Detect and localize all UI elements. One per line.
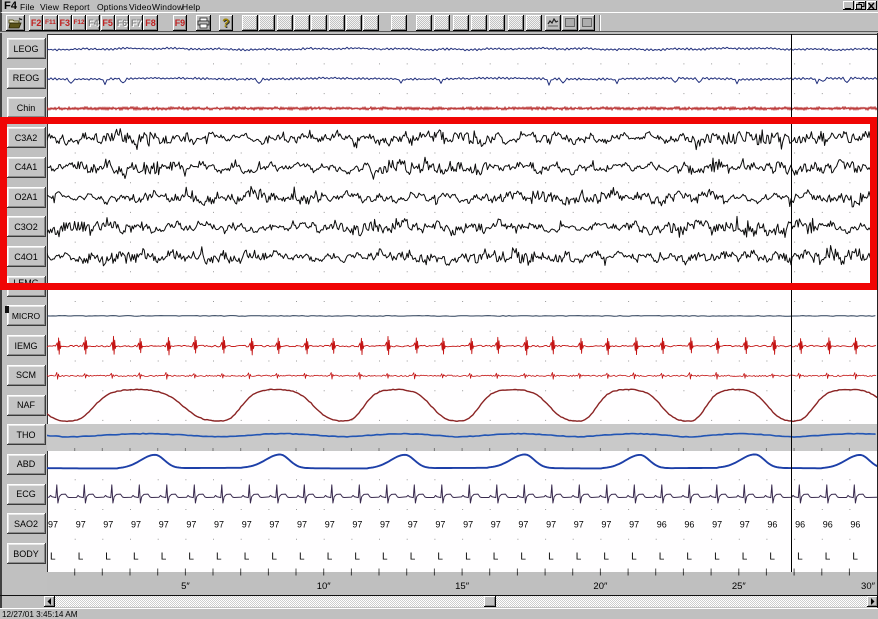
svg-text:L: L — [825, 552, 831, 563]
svg-text:L: L — [188, 552, 194, 563]
svg-text:97: 97 — [131, 520, 141, 530]
svg-text:97: 97 — [629, 520, 639, 530]
svg-text:L: L — [271, 552, 277, 563]
svg-text:97: 97 — [380, 520, 390, 530]
svg-text:97: 97 — [159, 520, 169, 530]
svg-text:97: 97 — [435, 520, 445, 530]
svg-text:96: 96 — [823, 520, 833, 530]
svg-text:L: L — [465, 552, 471, 563]
svg-text:97: 97 — [408, 520, 418, 530]
svg-text:97: 97 — [297, 520, 307, 530]
svg-text:L: L — [603, 552, 609, 563]
svg-text:96: 96 — [850, 520, 860, 530]
svg-text:5″: 5″ — [181, 581, 190, 592]
svg-text:L: L — [852, 552, 858, 563]
svg-text:97: 97 — [103, 520, 113, 530]
svg-text:97: 97 — [491, 520, 501, 530]
svg-text:25″: 25″ — [732, 581, 747, 592]
svg-text:97: 97 — [712, 520, 722, 530]
svg-text:97: 97 — [48, 520, 58, 530]
svg-text:30″: 30″ — [861, 581, 876, 592]
svg-text:L: L — [742, 552, 748, 563]
svg-text:L: L — [576, 552, 582, 563]
svg-text:97: 97 — [186, 520, 196, 530]
svg-text:97: 97 — [242, 520, 252, 530]
svg-text:L: L — [659, 552, 665, 563]
svg-text:L: L — [161, 552, 167, 563]
svg-text:97: 97 — [269, 520, 279, 530]
svg-text:L: L — [686, 552, 692, 563]
svg-text:L: L — [354, 552, 360, 563]
svg-text:96: 96 — [767, 520, 777, 530]
svg-text:96: 96 — [684, 520, 694, 530]
svg-text:97: 97 — [740, 520, 750, 530]
svg-text:L: L — [769, 552, 775, 563]
svg-text:L: L — [133, 552, 139, 563]
svg-text:L: L — [105, 552, 111, 563]
svg-text:97: 97 — [546, 520, 556, 530]
svg-text:L: L — [797, 552, 803, 563]
svg-text:20″: 20″ — [593, 581, 608, 592]
svg-text:L: L — [50, 552, 56, 563]
svg-text:L: L — [382, 552, 388, 563]
svg-text:96: 96 — [657, 520, 667, 530]
svg-text:97: 97 — [325, 520, 335, 530]
svg-text:L: L — [244, 552, 250, 563]
svg-text:96: 96 — [795, 520, 805, 530]
svg-text:97: 97 — [76, 520, 86, 530]
svg-text:97: 97 — [518, 520, 528, 530]
svg-text:L: L — [216, 552, 222, 563]
svg-text:L: L — [410, 552, 416, 563]
svg-text:97: 97 — [601, 520, 611, 530]
svg-text:L: L — [299, 552, 305, 563]
svg-text:97: 97 — [463, 520, 473, 530]
svg-text:10″: 10″ — [317, 581, 332, 592]
svg-text:L: L — [631, 552, 637, 563]
svg-text:15″: 15″ — [455, 581, 470, 592]
svg-text:L: L — [493, 552, 499, 563]
svg-text:L: L — [327, 552, 333, 563]
svg-text:L: L — [437, 552, 443, 563]
svg-text:L: L — [548, 552, 554, 563]
svg-text:97: 97 — [214, 520, 224, 530]
svg-text:97: 97 — [352, 520, 362, 530]
svg-text:L: L — [78, 552, 84, 563]
svg-text:L: L — [520, 552, 526, 563]
svg-text:97: 97 — [574, 520, 584, 530]
svg-text:L: L — [714, 552, 720, 563]
